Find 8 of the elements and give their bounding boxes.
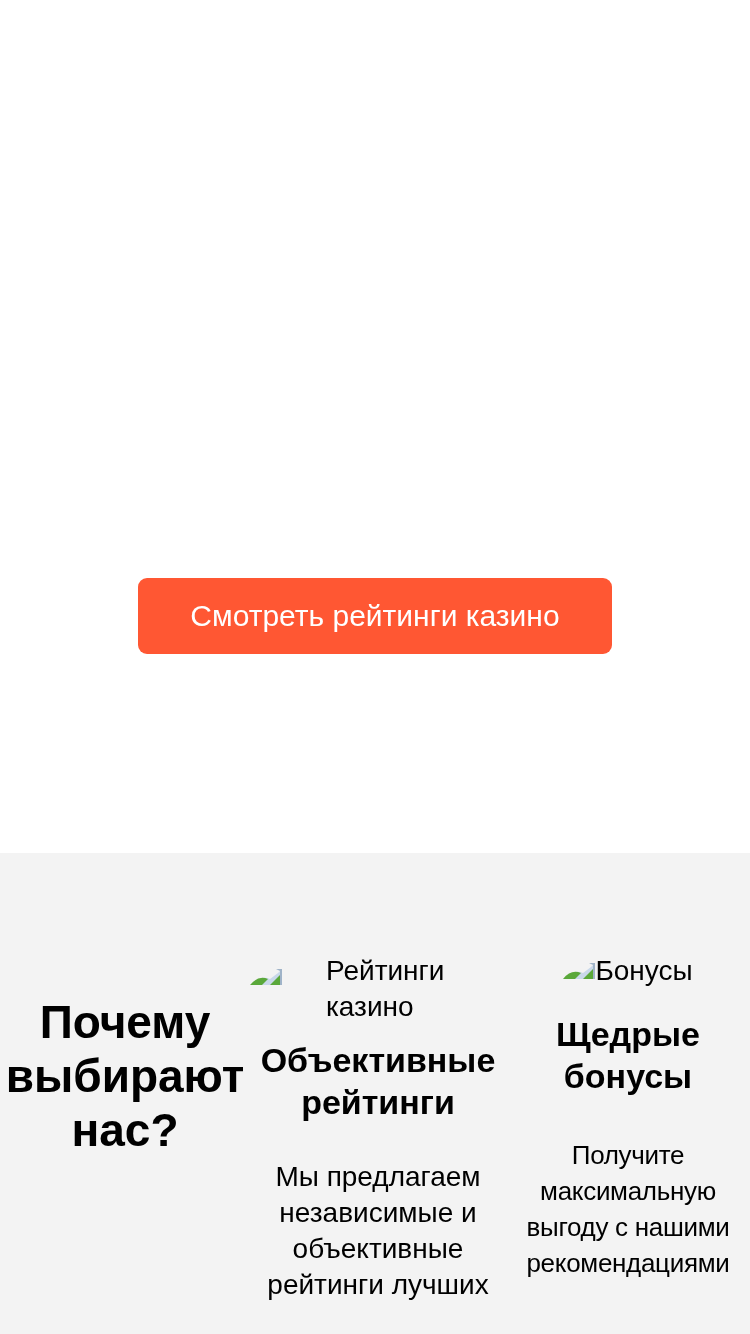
feature-description: Получите максимальную выгоду с нашими рекомендациями: [525, 1139, 731, 1280]
feature-description: Мы предлагаем независимые и объективные рейтинги лучших: [266, 1160, 490, 1302]
section-heading: Почему выбирают нас?: [4, 995, 246, 1157]
image-alt-text: Рейтинги казино: [326, 954, 446, 1024]
feature-title: Объективные рейтинги: [259, 1040, 497, 1123]
casino-ratings-button[interactable]: Смотреть рейтинги казино: [138, 578, 612, 654]
feature-title: Щедрые бонусы: [555, 1014, 701, 1097]
image-alt-text: Бонусы: [595, 954, 693, 988]
